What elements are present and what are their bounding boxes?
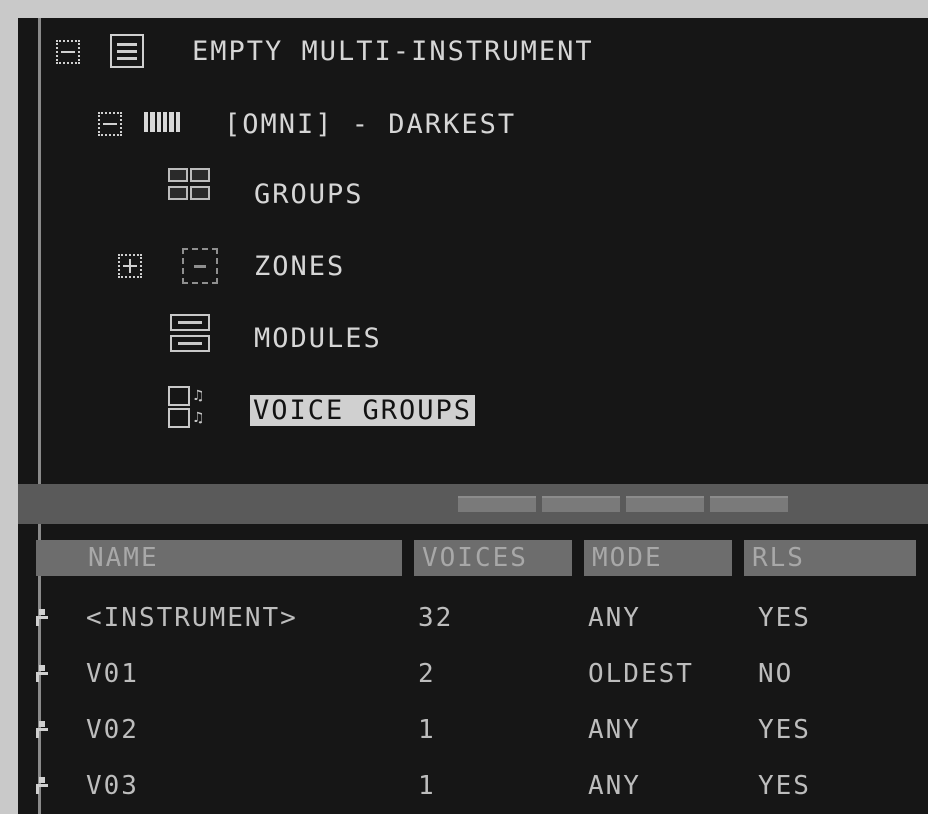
cell-rls: YES <box>758 715 811 745</box>
instrument-expander[interactable] <box>98 112 122 136</box>
tree-item-instrument[interactable]: [OMNI] - DARKEST <box>224 100 516 148</box>
table-header: NAME VOICES MODE RLS <box>36 540 916 576</box>
column-header-name[interactable]: NAME <box>36 540 402 576</box>
cell-voices: 2 <box>418 659 436 689</box>
tree-item-label: GROUPS <box>254 178 364 210</box>
tree-root-expander[interactable] <box>56 40 80 64</box>
cell-rls: NO <box>758 659 794 689</box>
multi-instrument-icon <box>110 34 144 68</box>
cell-name: V02 <box>86 715 139 745</box>
cell-mode: ANY <box>588 771 641 801</box>
panel-splitter[interactable] <box>18 484 928 524</box>
modules-icon <box>170 314 210 352</box>
cell-mode: OLDEST <box>588 659 694 689</box>
cell-rls: YES <box>758 603 811 633</box>
cell-voices: 1 <box>418 715 436 745</box>
column-header-voices[interactable]: VOICES <box>414 540 572 576</box>
table-row[interactable]: V02 1 ANY YES <box>18 704 928 756</box>
tree-item-voice-groups[interactable]: VOICE GROUPS <box>250 386 476 434</box>
voice-groups-icon: ♫ ♫ <box>168 386 210 428</box>
zones-icon <box>182 248 218 284</box>
tree-item-multi-instrument[interactable]: EMPTY MULTI-INSTRUMENT <box>192 27 594 75</box>
cell-mode: ANY <box>588 603 641 633</box>
zones-expander[interactable] <box>118 254 142 278</box>
keyboard-icon <box>144 112 180 132</box>
cell-mode: ANY <box>588 715 641 745</box>
column-header-rls[interactable]: RLS <box>744 540 916 576</box>
tree-item-zones[interactable]: ZONES <box>254 242 345 290</box>
voice-group-icon <box>36 665 48 683</box>
cell-rls: YES <box>758 771 811 801</box>
groups-icon <box>168 168 210 200</box>
splitter-grip-handle[interactable] <box>458 496 788 512</box>
tree-item-label: MODULES <box>254 322 382 354</box>
cell-name: V03 <box>86 771 139 801</box>
voice-group-icon <box>36 609 48 627</box>
cell-voices: 32 <box>418 603 454 633</box>
tree-item-modules[interactable]: MODULES <box>254 314 382 362</box>
tree-item-label: [OMNI] - DARKEST <box>224 108 517 140</box>
tree-item-label: EMPTY MULTI-INSTRUMENT <box>192 35 594 67</box>
table-row[interactable]: V03 1 ANY YES <box>18 760 928 812</box>
tree-item-groups[interactable]: GROUPS <box>254 170 364 218</box>
tree-item-label-selected: VOICE GROUPS <box>250 394 476 426</box>
cell-name: V01 <box>86 659 139 689</box>
table-row[interactable]: V01 2 OLDEST NO <box>18 648 928 700</box>
browser-panel: EMPTY MULTI-INSTRUMENT [OMNI] - DARKEST … <box>18 18 928 814</box>
voice-group-icon <box>36 777 48 795</box>
table-row[interactable]: <INSTRUMENT> 32 ANY YES <box>18 592 928 644</box>
tree-item-label: ZONES <box>254 250 346 282</box>
cell-name: <INSTRUMENT> <box>86 603 298 633</box>
voice-group-icon <box>36 721 48 739</box>
cell-voices: 1 <box>418 771 436 801</box>
column-header-mode[interactable]: MODE <box>584 540 732 576</box>
